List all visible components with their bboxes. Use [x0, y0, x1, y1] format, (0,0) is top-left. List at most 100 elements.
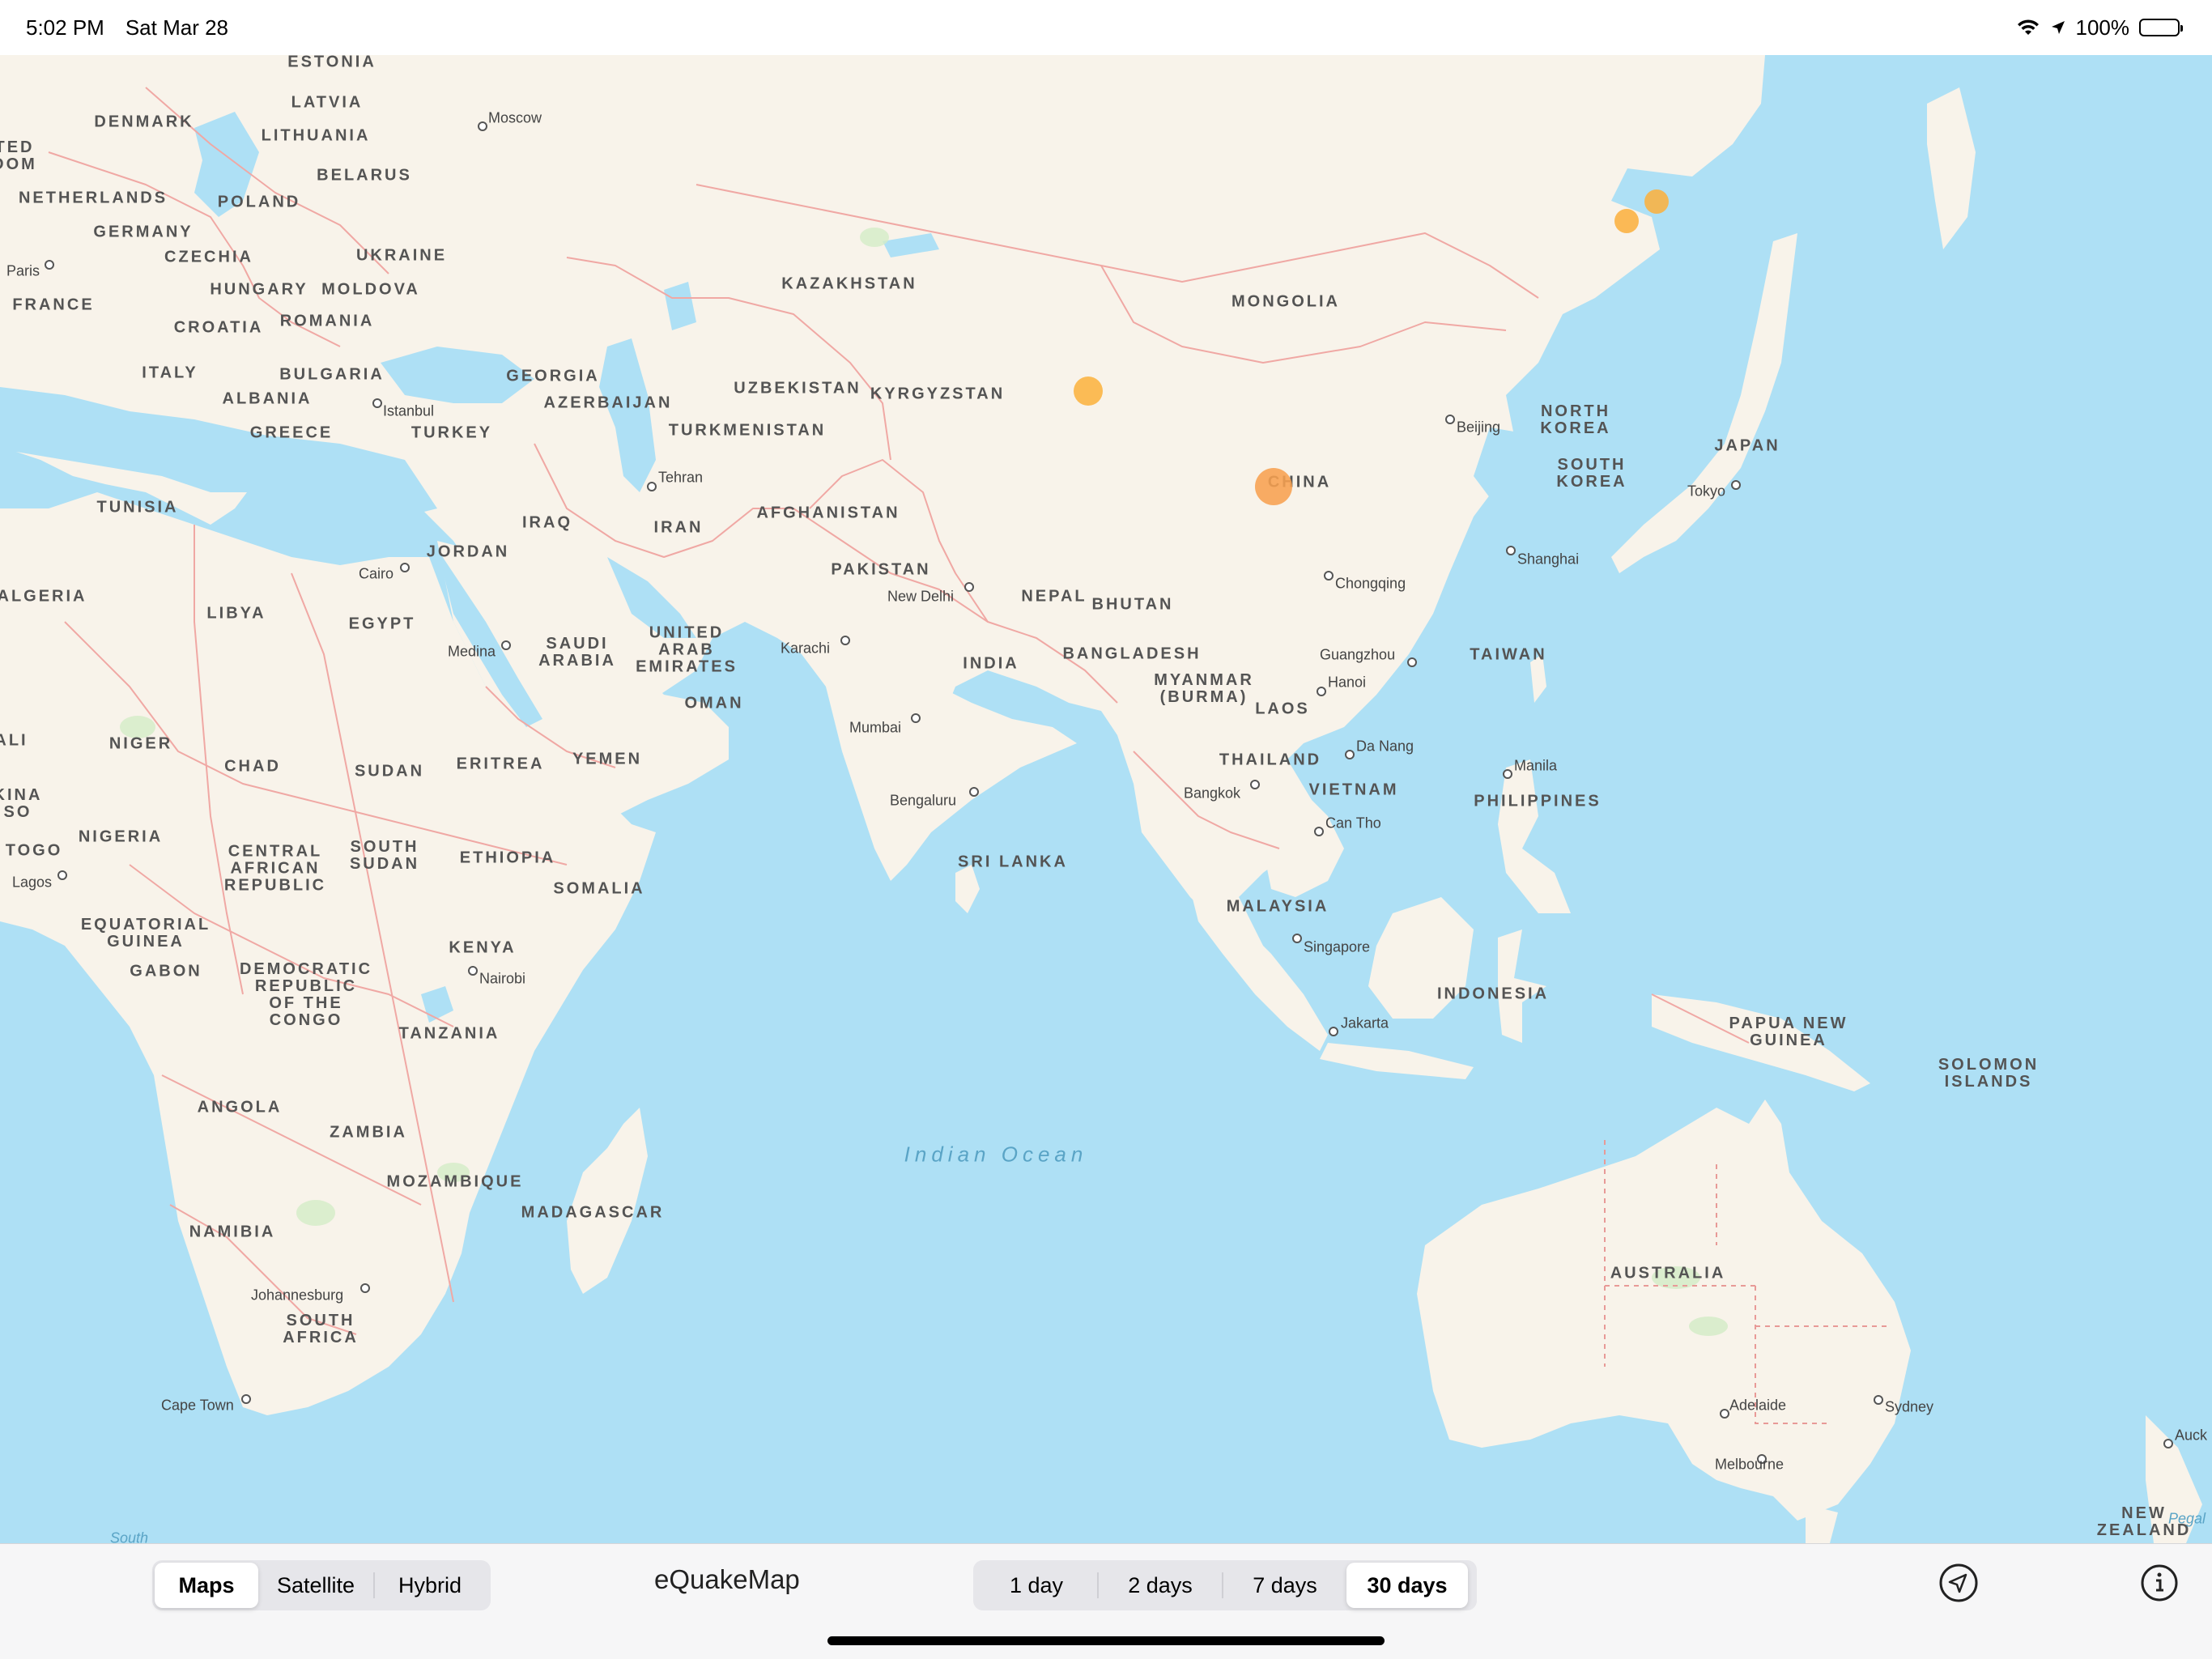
country-label: KENYA — [449, 938, 517, 957]
city-dot — [1731, 480, 1741, 490]
city-label: Bengaluru — [890, 792, 957, 809]
info-icon[interactable] — [2139, 1563, 2180, 1603]
park-1 — [860, 228, 889, 247]
time-range-1-day[interactable]: 1 day — [976, 1563, 1097, 1608]
country-label: ERITREA — [456, 755, 545, 773]
country-label: BHUTAN — [1091, 595, 1174, 614]
city-label: Melbourne — [1715, 1456, 1784, 1473]
country-label: NEPAL — [1021, 587, 1087, 606]
city-dot — [1874, 1395, 1883, 1405]
time-range-30-days[interactable]: 30 days — [1346, 1563, 1468, 1608]
earthquake-marker[interactable] — [1614, 208, 1639, 233]
land-madagascar — [567, 1108, 648, 1294]
country-label: AUSTRALIA — [1610, 1264, 1726, 1283]
land-japan — [1611, 233, 1797, 573]
country-label: GABON — [130, 962, 202, 981]
country-label: TANZANIA — [398, 1024, 500, 1043]
city-label: Johannesburg — [251, 1287, 344, 1304]
country-label: UZBEKISTAN — [734, 379, 861, 398]
country-label: MONGOLIA — [1231, 292, 1340, 311]
earthquake-marker[interactable] — [1254, 467, 1292, 505]
city-dot — [1407, 657, 1417, 667]
country-label: ALI — [0, 731, 28, 750]
country-label: GEORGIA — [506, 367, 600, 385]
time-range-2-days[interactable]: 2 days — [1099, 1563, 1222, 1608]
battery-percentage: 100% — [2075, 15, 2130, 40]
country-label: SRI LANKA — [958, 853, 1068, 871]
earthquake-map[interactable]: ESTONIA LATVIA DENMARK LITHUANIA TED DOM… — [0, 55, 2212, 1543]
city-dot — [964, 582, 974, 592]
city-label: Medina — [448, 643, 496, 660]
park-5 — [296, 1200, 335, 1226]
city-dot — [1314, 827, 1324, 836]
country-label: OMAN — [684, 694, 744, 713]
city-label: Shanghai — [1517, 551, 1580, 568]
country-label: INDONESIA — [1436, 985, 1550, 1003]
country-label: BANGLADESH — [1062, 644, 1202, 663]
country-label: POLAND — [217, 193, 301, 211]
city-label: Karachi — [781, 640, 831, 657]
country-label: TURKEY — [410, 423, 493, 442]
status-bar: 5:02 PM Sat Mar 28 100% — [0, 0, 2212, 55]
city-dot — [969, 787, 979, 797]
city-label: New Delhi — [887, 588, 955, 605]
land-sri-lanka — [955, 865, 980, 913]
country-label: ITALY — [142, 364, 198, 382]
country-label: NETHERLANDS — [18, 189, 168, 207]
city-label: Bangkok — [1184, 785, 1241, 802]
time-range-7-days[interactable]: 7 days — [1223, 1563, 1346, 1608]
city-dot — [1345, 750, 1355, 759]
country-label: NORTH KOREA — [1540, 402, 1611, 437]
country-label: UKRAINE — [355, 246, 448, 265]
park-4 — [1689, 1317, 1728, 1336]
country-label: AZERBAIJAN — [543, 393, 673, 412]
city-dot — [1317, 687, 1326, 696]
location-arrow-icon[interactable] — [1938, 1563, 1979, 1603]
country-label: YEMEN — [572, 750, 643, 768]
country-label: TED DOM — [0, 138, 37, 173]
city-label: Mumbai — [849, 719, 902, 736]
country-label: MOLDOVA — [321, 280, 420, 299]
country-label: SAUDI ARABIA — [538, 635, 616, 670]
country-label: JAPAN — [1714, 436, 1780, 455]
land-java — [1320, 1043, 1474, 1079]
country-label: CENTRAL AFRICAN REPUBLIC — [223, 842, 327, 895]
country-label: NIGER — [108, 734, 173, 753]
country-label: EQUATORIAL GUINEA — [80, 916, 211, 951]
country-label: CZECHIA — [164, 248, 253, 266]
country-label: ZAMBIA — [330, 1123, 407, 1142]
city-label: Moscow — [488, 109, 542, 126]
city-label: Sydney — [1885, 1398, 1934, 1415]
city-label: Adelaide — [1729, 1397, 1787, 1414]
city-dot — [478, 121, 487, 131]
country-label: SOUTH AFRICA — [283, 1312, 359, 1346]
country-label: ROMANIA — [279, 312, 375, 330]
map-type-maps[interactable]: Maps — [155, 1563, 258, 1608]
map-type-satellite[interactable]: Satellite — [258, 1563, 373, 1608]
city-dot — [911, 713, 921, 723]
country-label: EGYPT — [348, 615, 416, 633]
country-label: DEMOCRATIC REPUBLIC OF THE CONGO — [239, 960, 373, 1029]
land-australia — [1417, 1100, 1911, 1521]
map-type-selector: Maps Satellite Hybrid — [152, 1560, 491, 1610]
earthquake-marker[interactable] — [1644, 189, 1670, 214]
city-dot — [647, 482, 657, 491]
status-date: Sat Mar 28 — [125, 15, 228, 40]
country-label: ESTONIA — [287, 55, 376, 71]
app-title: eQuakeMap — [654, 1564, 800, 1594]
city-label: Cape Town — [161, 1397, 234, 1414]
city-dot — [1329, 1027, 1338, 1036]
country-label: ETHIOPIA — [459, 849, 556, 867]
city-label: Manila — [1514, 757, 1558, 774]
country-label: TAIWAN — [1470, 645, 1547, 664]
country-label: NAMIBIA — [189, 1223, 276, 1241]
country-label: ALBANIA — [222, 389, 313, 408]
country-label: LATVIA — [291, 93, 364, 112]
city-dot — [1292, 934, 1302, 943]
earthquake-marker[interactable] — [1074, 376, 1104, 406]
country-label: TOGO — [5, 841, 63, 860]
city-label: Tokyo — [1687, 483, 1726, 500]
battery-icon — [2139, 19, 2183, 36]
map-type-hybrid[interactable]: Hybrid — [375, 1563, 485, 1608]
country-label: BELARUS — [317, 166, 412, 185]
